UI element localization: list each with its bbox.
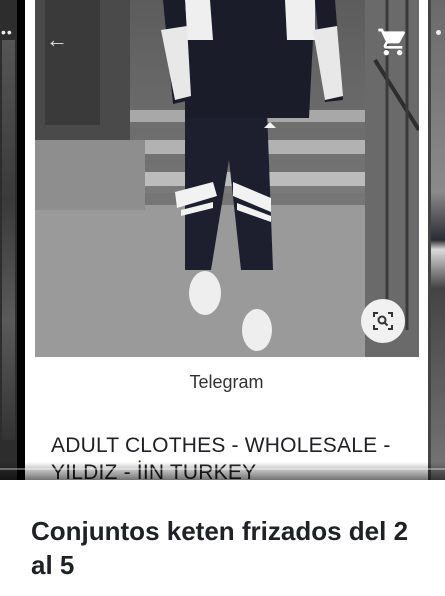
more-dots-icon[interactable]: ••: [1, 24, 13, 40]
photo-illustration: [35, 0, 419, 357]
indicator-dot-icon: [436, 30, 441, 35]
drag-handle[interactable]: [0, 468, 445, 470]
previous-result-card[interactable]: ••: [0, 0, 17, 480]
product-photo[interactable]: ←: [35, 0, 419, 357]
result-caption: Conjuntos keten frizados del 2 al 5: [31, 516, 409, 580]
image-viewer: •• ← Telegram ADULT CLOTHES - WHOLESALE …: [0, 0, 445, 480]
next-result-card[interactable]: [428, 0, 445, 480]
result-card[interactable]: ← Telegram ADULT CLOTHES - WHOLESALE - Y…: [25, 0, 428, 480]
lens-search-icon[interactable]: [361, 299, 405, 343]
shopping-cart-icon[interactable]: [377, 26, 409, 58]
viewer-bottom-fade: [0, 462, 445, 480]
previous-result-thumbnail: [2, 40, 15, 440]
source-name[interactable]: Telegram: [25, 372, 428, 393]
next-result-thumbnail: [431, 0, 445, 480]
arrow-left-icon[interactable]: ←: [43, 26, 71, 54]
